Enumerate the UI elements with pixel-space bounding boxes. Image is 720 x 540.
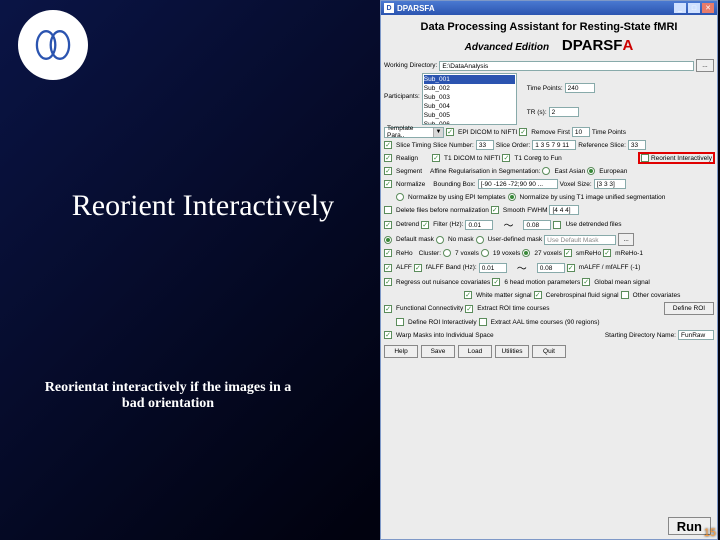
minimize-button[interactable]: _ [674,3,686,13]
participants-label: Participants: [384,73,420,100]
regress-checkbox[interactable]: ✓ [384,278,392,286]
reorient-interactively-checkbox[interactable] [641,154,649,162]
working-dir-input[interactable]: E:\DataAnalysis [439,61,694,71]
slice-order-input[interactable]: 1 3 5 7 9 11 ... [532,140,576,150]
starting-dir-input[interactable]: FunRaw [678,330,714,340]
help-button[interactable]: Help [384,345,418,358]
fwhm-input[interactable]: [4 4 4] [549,205,579,215]
filter-checkbox[interactable]: ✓ [421,221,429,229]
quit-button[interactable]: Quit [532,345,566,358]
ref-slice-input[interactable]: 33 [628,140,646,150]
load-button[interactable]: Load [458,345,492,358]
norm-t1-radio[interactable] [508,193,516,201]
slide-description: Reorientat interactively if the images i… [38,380,298,412]
warp-masks-checkbox[interactable]: ✓ [384,331,392,339]
organization-logo [18,10,88,80]
app-title: Data Processing Assistant for Resting-St… [384,21,714,33]
smooth-checkbox[interactable]: ✓ [491,206,499,214]
extract-aal-checkbox[interactable] [479,318,487,326]
bounding-box-input[interactable]: [-90 -126 -72;90 90 ... [478,179,558,189]
template-select[interactable]: Template Para..▼ [384,127,444,138]
participants-list[interactable]: Sub_001Sub_002 Sub_003Sub_004 Sub_005Sub… [422,73,517,125]
east-asian-radio[interactable] [542,167,550,175]
window-titlebar: D DPARSFA _ □ ✕ [381,1,717,15]
normalize-checkbox[interactable]: ✓ [384,180,392,188]
fc-checkbox[interactable]: ✓ [384,305,392,313]
detrend-checkbox[interactable]: ✓ [384,221,392,229]
filter-high-input[interactable]: 0.08 [523,220,551,230]
reho-checkbox[interactable]: ✓ [384,249,392,257]
vox7-radio[interactable] [443,249,451,257]
csf-signal-checkbox[interactable]: ✓ [534,291,542,299]
mreho-checkbox[interactable]: ✓ [603,249,611,257]
reorient-interactively-label: Reorient Interactively [651,155,712,162]
wm-signal-checkbox[interactable]: ✓ [464,291,472,299]
norm-epi-radio[interactable] [396,193,404,201]
remove-first-checkbox[interactable]: ✓ [519,128,527,136]
t1-coreg-checkbox[interactable]: ✓ [502,154,510,162]
save-button[interactable]: Save [421,345,455,358]
mask-path-input[interactable]: Use Default Mask [544,235,616,245]
head-motion-checkbox[interactable]: ✓ [492,278,500,286]
segment-checkbox[interactable]: ✓ [384,167,392,175]
browse-mask-button[interactable]: ... [618,233,634,246]
user-mask-radio[interactable] [476,236,484,244]
app-icon: D [384,3,394,13]
alff-checkbox[interactable]: ✓ [384,264,392,272]
realign-checkbox[interactable]: ✓ [384,154,392,162]
maximize-button[interactable]: □ [688,3,700,13]
vox27-radio[interactable] [522,249,530,257]
use-detrended-checkbox[interactable] [553,221,561,229]
time-points-label: Time Points: [527,85,563,92]
page-number: 15 [704,527,716,539]
working-dir-label: Working Directory: [384,62,437,69]
slide-title: Reorient Interactively [38,190,368,222]
time-points-input[interactable]: 240 [565,83,595,93]
smreho-checkbox[interactable]: ✓ [564,249,572,257]
window-title: DPARSFA [397,4,672,13]
slice-number-input[interactable]: 33 [476,140,494,150]
malff-checkbox[interactable]: ✓ [567,264,575,272]
default-mask-radio[interactable] [384,236,392,244]
global-signal-checkbox[interactable]: ✓ [582,278,590,286]
define-roi-interactive-checkbox[interactable] [396,318,404,326]
delete-before-norm-checkbox[interactable] [384,206,392,214]
falff-checkbox[interactable]: ✓ [414,264,422,272]
close-button[interactable]: ✕ [702,3,714,13]
t1-dicom-checkbox[interactable]: ✓ [432,154,440,162]
band-high-input[interactable]: 0.08 [537,263,565,273]
band-low-input[interactable]: 0.01 [479,263,507,273]
utilities-button[interactable]: Utilities [495,345,529,358]
voxel-size-input[interactable]: [3 3 3] [594,179,626,189]
slice-timing-checkbox[interactable]: ✓ [384,141,392,149]
app-header: Data Processing Assistant for Resting-St… [381,15,717,56]
app-subtitle: Advanced Edition DPARSFA [384,37,714,54]
dparsfa-window: D DPARSFA _ □ ✕ Data Processing Assistan… [380,0,718,540]
browse-dir-button[interactable]: ... [696,59,714,72]
remove-first-input[interactable]: 10 [572,127,590,137]
extract-roi-checkbox[interactable]: ✓ [465,305,473,313]
no-mask-radio[interactable] [436,236,444,244]
filter-low-input[interactable]: 0.01 [465,220,493,230]
tr-label: TR (s): [527,109,547,116]
define-roi-button[interactable]: Define ROI [664,302,714,315]
other-cov-checkbox[interactable] [621,291,629,299]
epi-dicom-checkbox[interactable]: ✓ [446,128,454,136]
tr-input[interactable]: 2 [549,107,579,117]
vox19-radio[interactable] [481,249,489,257]
european-radio[interactable] [587,167,595,175]
